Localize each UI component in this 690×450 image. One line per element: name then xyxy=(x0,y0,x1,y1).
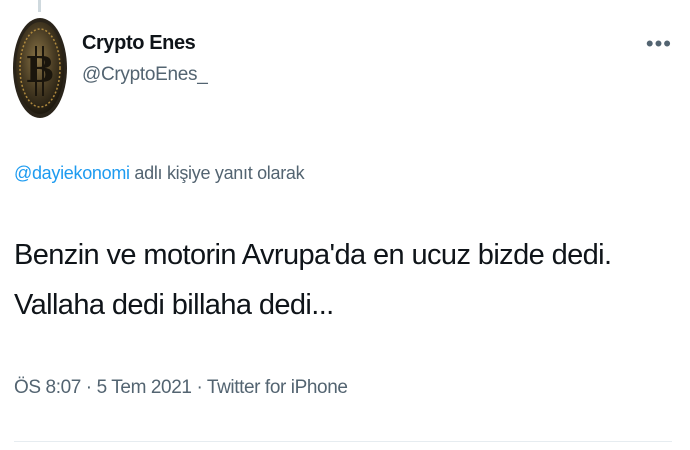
user-handle[interactable]: @CryptoEnes_ xyxy=(82,62,208,88)
reply-context-suffix: adlı kişiye yanıt olarak xyxy=(129,163,305,183)
more-options-icon[interactable]: ••• xyxy=(646,33,672,55)
tweet-text-line: Benzin ve motorin Avrupa'da en ucuz bizd… xyxy=(14,239,612,271)
tweet-meta: ÖS 8:07 · 5 Tem 2021 · Twitter for iPhon… xyxy=(14,375,348,401)
reply-mention-link[interactable]: @dayiekonomi xyxy=(14,163,130,183)
bitcoin-coin-icon: B xyxy=(13,18,67,118)
tweet-text: Benzin ve motorin Avrupa'da en ucuz bizd… xyxy=(14,230,674,330)
avatar[interactable]: B xyxy=(12,16,68,120)
divider xyxy=(14,441,672,442)
meta-separator: · xyxy=(191,377,207,398)
author-block[interactable]: Crypto Enes @CryptoEnes_ xyxy=(82,30,208,88)
svg-text:B: B xyxy=(26,49,55,91)
reply-context: @dayiekonomi adlı kişiye yanıt olarak xyxy=(14,160,305,186)
tweet-source[interactable]: Twitter for iPhone xyxy=(207,377,348,398)
tweet-time[interactable]: ÖS 8:07 xyxy=(14,377,81,398)
tweet-date[interactable]: 5 Tem 2021 xyxy=(97,377,192,398)
tweet-text-line: Vallaha dedi billaha dedi... xyxy=(14,289,334,321)
display-name[interactable]: Crypto Enes xyxy=(82,30,208,56)
tweet: B Crypto Enes @CryptoEnes_ ••• @dayiekon… xyxy=(0,0,690,450)
thread-line xyxy=(38,0,41,12)
meta-separator: · xyxy=(80,377,97,398)
